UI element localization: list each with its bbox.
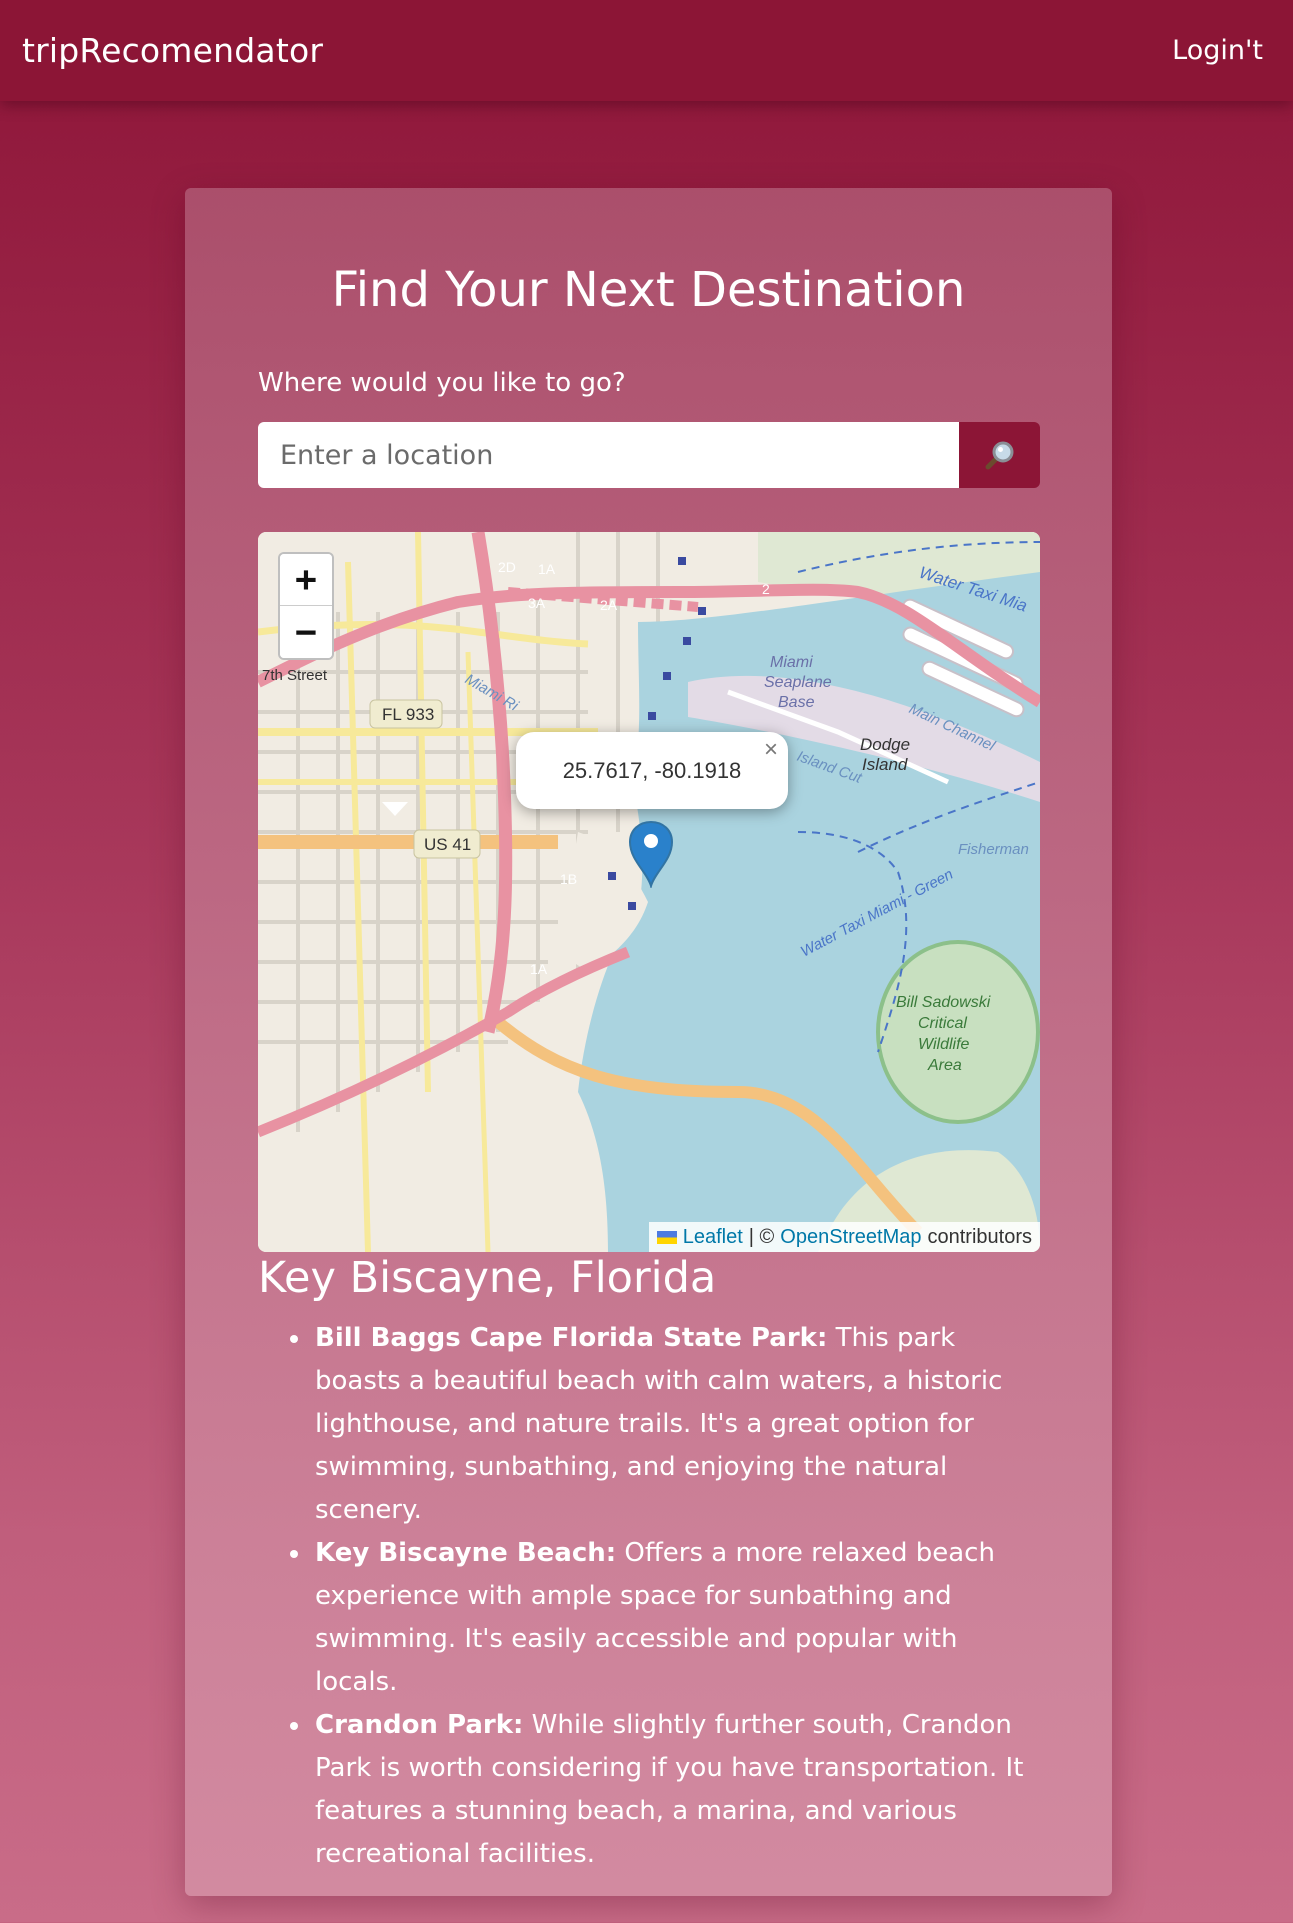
- map-label: Critical: [918, 1015, 967, 1032]
- login-link[interactable]: Login't: [1172, 35, 1263, 66]
- map-label: Base: [778, 694, 815, 711]
- zoom-in-button[interactable]: +: [280, 554, 332, 606]
- map-label: Bill Sadowski: [896, 994, 991, 1011]
- map-label: Fisherman: [958, 841, 1029, 858]
- map-label: Miami: [770, 654, 813, 671]
- leaflet-link[interactable]: Leaflet: [683, 1226, 743, 1249]
- magnifier-icon: [985, 441, 1013, 470]
- coordinates-popup: 25.7617, -80.1918 ×: [516, 732, 788, 809]
- map-label: US 41: [424, 835, 471, 854]
- location-search-input[interactable]: [258, 422, 959, 488]
- places-list: Bill Baggs Cape Florida State Park: This…: [258, 1317, 1048, 1876]
- map-label: Dodge: [860, 735, 910, 754]
- destination-title: Key Biscayne, Florida: [258, 1253, 717, 1303]
- zoom-out-button[interactable]: −: [280, 606, 332, 658]
- map-attribution: Leaflet | © OpenStreetMap contributors: [648, 1222, 1040, 1252]
- map-tiles[interactable]: 7th Street FL 933 US 41 Miami Ri Miami S…: [258, 532, 1040, 1252]
- map-label: Seaplane: [764, 674, 832, 691]
- page-title: Find Your Next Destination: [331, 262, 966, 318]
- map-label: FL 933: [382, 705, 434, 724]
- popup-coordinates: 25.7617, -80.1918: [562, 757, 742, 783]
- popup-tip: [382, 802, 408, 816]
- map-label: 1B: [560, 871, 577, 887]
- popup-close-button[interactable]: ×: [764, 736, 778, 764]
- list-item: Crandon Park: While slightly further sou…: [258, 1704, 1048, 1876]
- map-label: 2: [762, 581, 770, 597]
- map-view[interactable]: 7th Street FL 933 US 41 Miami Ri Miami S…: [258, 532, 1040, 1252]
- map-label: Island: [862, 755, 908, 774]
- attribution-suffix: contributors: [927, 1225, 1033, 1248]
- openstreetmap-link[interactable]: OpenStreetMap: [780, 1226, 921, 1249]
- map-label: 2A: [600, 597, 618, 613]
- map-pin-icon[interactable]: [628, 820, 674, 888]
- list-item: Key Biscayne Beach: Offers a more relaxe…: [258, 1532, 1048, 1704]
- place-name: Key Biscayne Beach:: [315, 1538, 617, 1568]
- search-label: Where would you like to go?: [258, 368, 626, 398]
- map-label: 7th Street: [262, 667, 328, 684]
- zoom-control: + −: [278, 552, 334, 660]
- place-description: This park boasts a beautiful beach with …: [315, 1323, 1003, 1525]
- map-label: 1A: [538, 561, 556, 577]
- place-name: Crandon Park:: [315, 1710, 524, 1740]
- map-label: Area: [927, 1057, 962, 1074]
- place-name: Bill Baggs Cape Florida State Park:: [315, 1323, 828, 1353]
- map-label: Wildlife: [918, 1036, 970, 1053]
- ukraine-flag-icon: [656, 1230, 677, 1244]
- navbar: tripRecomendator Login't: [0, 0, 1293, 101]
- map-label: 1A: [530, 961, 548, 977]
- search-button[interactable]: [959, 422, 1040, 488]
- attribution-separator: | ©: [748, 1225, 775, 1248]
- list-item: Bill Baggs Cape Florida State Park: This…: [258, 1317, 1048, 1532]
- brand-logo[interactable]: tripRecomendator: [22, 31, 323, 70]
- map-label: 2D: [498, 559, 516, 575]
- map-label: 3A: [528, 595, 546, 611]
